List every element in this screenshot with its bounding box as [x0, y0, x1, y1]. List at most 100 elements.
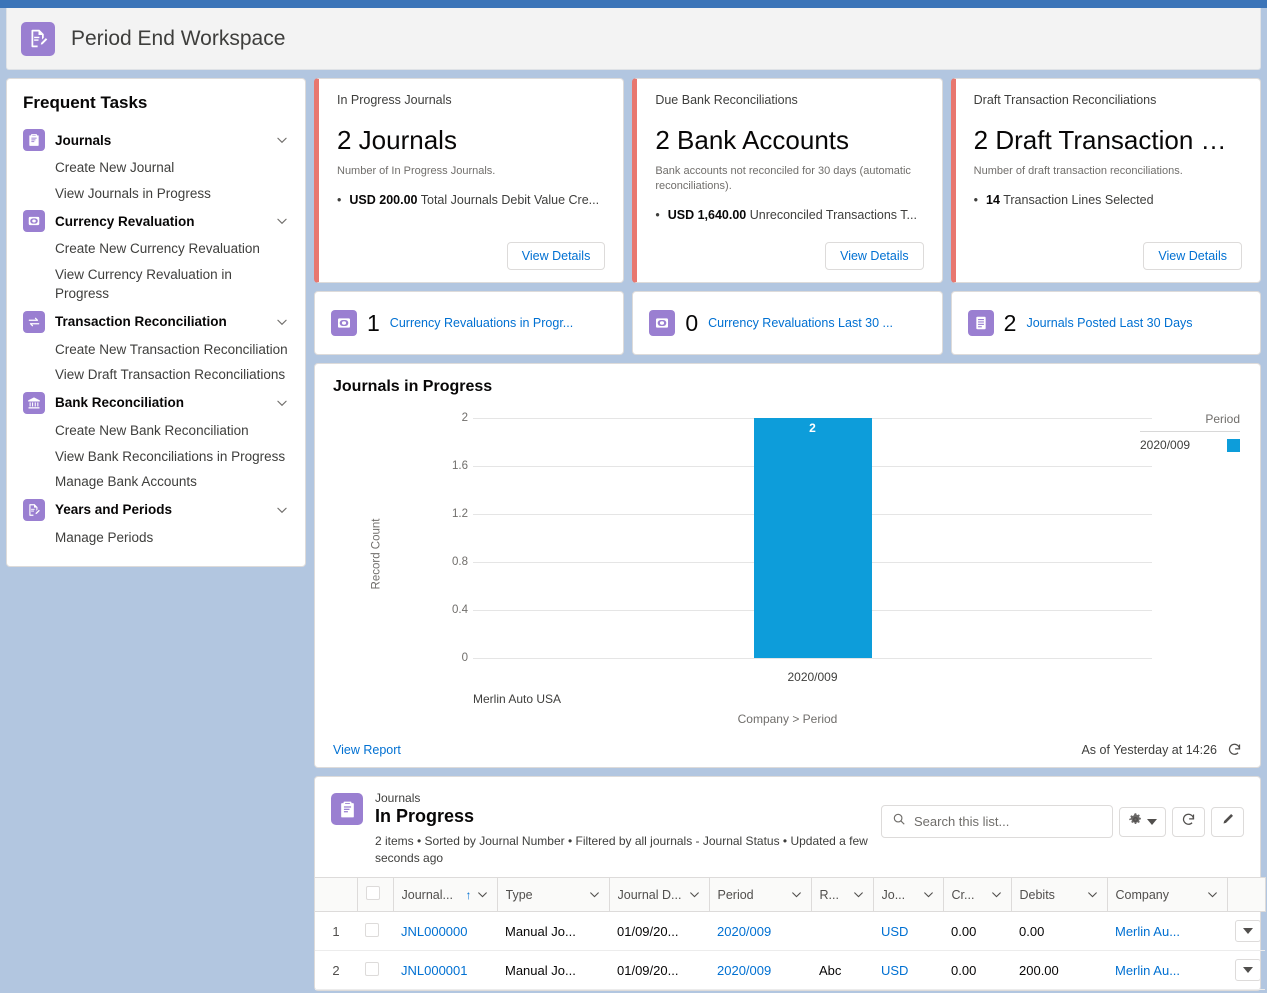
task-link[interactable]: View Currency Revaluation in Progress: [23, 262, 289, 307]
chevron-down-icon[interactable]: [588, 888, 601, 901]
view-details-button[interactable]: View Details: [1143, 242, 1242, 270]
task-link[interactable]: Create New Currency Revaluation: [23, 236, 289, 262]
reference-cell: [811, 912, 873, 951]
search-input-wrapper[interactable]: [881, 805, 1113, 838]
column-header[interactable]: Company: [1107, 878, 1227, 912]
column-header[interactable]: Journal... ↑: [393, 878, 497, 912]
journal-number-link[interactable]: JNL000001: [401, 963, 468, 978]
task-link[interactable]: Create New Transaction Reconciliation: [23, 337, 289, 363]
table-row[interactable]: 2JNL000001Manual Jo...01/09/20...2020/00…: [315, 951, 1265, 990]
period-cell: 2020/009: [709, 912, 811, 951]
chevron-down-icon[interactable]: [1086, 888, 1099, 901]
kpi-bullet-text: Unreconciled Transactions T...: [750, 208, 917, 222]
legend-item[interactable]: 2020/009: [1140, 432, 1240, 452]
legend-item-list: 2020/009: [1140, 432, 1240, 452]
column-header[interactable]: Debits: [1011, 878, 1107, 912]
y-axis-tick: 0.4: [428, 604, 468, 616]
task-link[interactable]: View Bank Reconciliations in Progress: [23, 444, 289, 470]
row-actions-cell[interactable]: [1227, 912, 1265, 951]
refresh-icon[interactable]: [1227, 742, 1242, 757]
task-group-currency-revaluation[interactable]: Currency Revaluation: [23, 206, 289, 236]
column-header[interactable]: Period: [709, 878, 811, 912]
legend-title: Period: [1140, 412, 1240, 432]
view-details-button[interactable]: View Details: [507, 242, 606, 270]
chart-bar[interactable]: 2: [754, 418, 872, 658]
kpi-description: Number of In Progress Journals.: [337, 164, 605, 179]
table-body: 1JNL000000Manual Jo...01/09/20...2020/00…: [315, 912, 1265, 990]
chevron-down-icon[interactable]: [476, 888, 489, 901]
chevron-down-icon[interactable]: [990, 888, 1003, 901]
chevron-down-icon[interactable]: [688, 888, 701, 901]
task-link[interactable]: Create New Bank Reconciliation: [23, 418, 289, 444]
row-select-cell[interactable]: [357, 912, 393, 951]
column-header[interactable]: Jo...: [873, 878, 943, 912]
chevron-down-icon[interactable]: [1206, 888, 1219, 901]
metric-label[interactable]: Currency Revaluations in Progr...: [390, 316, 573, 330]
task-group-journals[interactable]: Journals: [23, 125, 289, 155]
kpi-value: 2 Bank Accounts: [655, 125, 923, 156]
row-menu-button[interactable]: [1235, 920, 1261, 942]
metric-number: 2: [1004, 310, 1017, 337]
chart-as-of: As of Yesterday at 14:26: [1081, 742, 1242, 757]
chevron-down-icon[interactable]: [275, 315, 289, 329]
period-link[interactable]: 2020/009: [717, 924, 771, 939]
row-select-cell[interactable]: [357, 951, 393, 990]
currency-link[interactable]: USD: [881, 924, 908, 939]
row-checkbox[interactable]: [365, 962, 379, 976]
view-report-link[interactable]: View Report: [333, 743, 401, 757]
metric-label[interactable]: Currency Revaluations Last 30 ...: [708, 316, 893, 330]
column-header-label: Journal D...: [618, 888, 684, 902]
chevron-down-icon[interactable]: [790, 888, 803, 901]
chevron-down-icon[interactable]: [852, 888, 865, 901]
column-header[interactable]: Journal D...: [609, 878, 709, 912]
y-axis-tick: 1.6: [428, 460, 468, 472]
chart-x-axis-label: Company > Period: [333, 712, 1242, 726]
edit-list-button[interactable]: [1211, 807, 1244, 837]
view-details-button[interactable]: View Details: [825, 242, 924, 270]
task-link[interactable]: Manage Bank Accounts: [23, 469, 289, 495]
kpi-bullet-value: USD 1,640.00: [668, 208, 747, 222]
table-row[interactable]: 1JNL000000Manual Jo...01/09/20...2020/00…: [315, 912, 1265, 951]
list-view-name[interactable]: In Progress: [375, 805, 869, 828]
list-settings-button[interactable]: [1119, 807, 1166, 837]
chevron-down-icon[interactable]: [275, 133, 289, 147]
chevron-down-icon[interactable]: [922, 888, 935, 901]
company-link[interactable]: Merlin Au...: [1115, 924, 1180, 939]
column-header[interactable]: Cr...: [943, 878, 1011, 912]
metric-label[interactable]: Journals Posted Last 30 Days: [1026, 316, 1192, 330]
row-menu-button[interactable]: [1235, 959, 1261, 981]
column-header-label: Journal...: [402, 888, 462, 902]
sort-ascending-icon[interactable]: ↑: [466, 888, 472, 902]
right-column: In Progress Journals2 JournalsNumber of …: [314, 78, 1261, 991]
chevron-down-icon[interactable]: [275, 214, 289, 228]
task-link[interactable]: Manage Periods: [23, 525, 289, 551]
task-link[interactable]: View Journals in Progress: [23, 181, 289, 207]
task-group-transaction-reconciliation[interactable]: Transaction Reconciliation: [23, 307, 289, 337]
kpi-title: In Progress Journals: [337, 93, 605, 107]
metric-card[interactable]: 1Currency Revaluations in Progr...: [314, 291, 624, 355]
select-all-header[interactable]: [357, 878, 393, 912]
task-group-bank-reconciliation[interactable]: Bank Reconciliation: [23, 388, 289, 418]
frequent-tasks-panel: Frequent Tasks JournalsCreate New Journa…: [6, 78, 306, 567]
period-link[interactable]: 2020/009: [717, 963, 771, 978]
company-link[interactable]: Merlin Au...: [1115, 963, 1180, 978]
currency-link[interactable]: USD: [881, 963, 908, 978]
journal-number-link[interactable]: JNL000000: [401, 924, 468, 939]
search-input[interactable]: [914, 814, 1102, 829]
metric-card[interactable]: 2 Journals Posted Last 30 Days: [951, 291, 1261, 355]
task-link[interactable]: Create New Journal: [23, 155, 289, 181]
refresh-list-button[interactable]: [1172, 807, 1205, 837]
row-actions-cell[interactable]: [1227, 951, 1265, 990]
task-link[interactable]: View Draft Transaction Reconciliations: [23, 362, 289, 388]
column-header[interactable]: Type: [497, 878, 609, 912]
select-all-checkbox[interactable]: [366, 886, 380, 900]
task-group-years-and-periods[interactable]: Years and Periods: [23, 495, 289, 525]
journal-number-cell: JNL000001: [393, 951, 497, 990]
chevron-down-icon[interactable]: [275, 503, 289, 517]
row-checkbox[interactable]: [365, 923, 379, 937]
column-header[interactable]: R...: [811, 878, 873, 912]
journals-in-progress-chart-card: Journals in Progress Record Count Period…: [314, 363, 1261, 768]
metric-card[interactable]: 0Currency Revaluations Last 30 ...: [632, 291, 942, 355]
chart-group-label: Merlin Auto USA: [473, 692, 561, 706]
chevron-down-icon[interactable]: [275, 396, 289, 410]
